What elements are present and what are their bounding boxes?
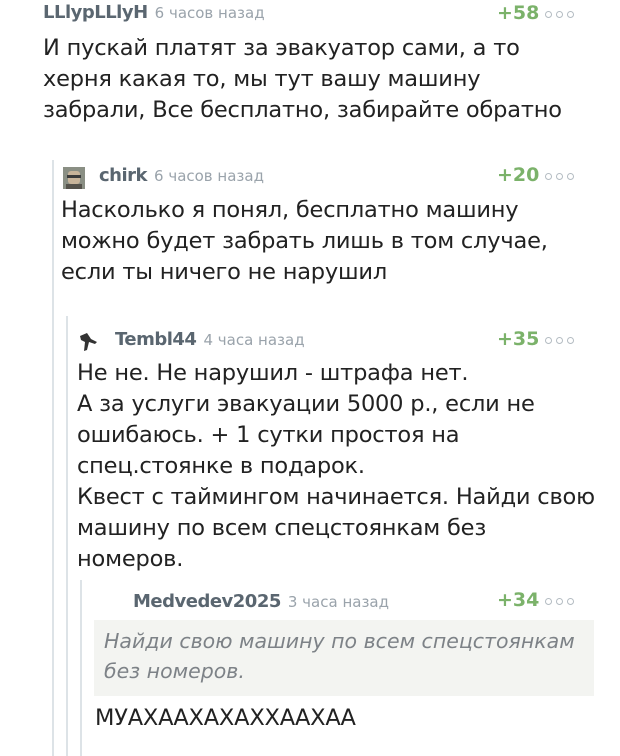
thread-line-level-1 bbox=[52, 160, 54, 756]
comment-author[interactable]: Medvedev2025 bbox=[133, 591, 281, 612]
more-options-icon[interactable] bbox=[545, 173, 574, 180]
more-options-icon[interactable] bbox=[545, 11, 574, 18]
comment-line: Квест с таймингом начинается. Найди свою… bbox=[77, 484, 595, 572]
comment-text: И пускай платят за эвакуатор сами, а то … bbox=[43, 35, 562, 123]
comment-text: Не не. Не нарушил - штрафа нет. А за усл… bbox=[77, 358, 597, 575]
comment-quote: Найди свою машину по всем спецстоянкам б… bbox=[94, 620, 594, 696]
comment-line: А за услуги эвакуации 5000 р., если не о… bbox=[77, 391, 535, 479]
thread-line-level-3 bbox=[80, 580, 82, 756]
avatar-icon[interactable] bbox=[63, 167, 85, 189]
comment-time[interactable]: 6 часов назад bbox=[155, 4, 265, 22]
comment-time[interactable]: 4 часа назад bbox=[203, 331, 304, 349]
more-options-icon[interactable] bbox=[545, 337, 574, 344]
comment-author[interactable]: chirk bbox=[99, 165, 148, 186]
comment-text: МУАХААХАХАХХААХАА bbox=[95, 705, 356, 731]
comment-line: Не не. Не нарушил - штрафа нет. bbox=[77, 360, 469, 386]
comment-author[interactable]: Tembl44 bbox=[115, 329, 197, 350]
comment-author[interactable]: LLlypLLlyH bbox=[43, 2, 148, 23]
comment-rating: +34 bbox=[497, 589, 540, 611]
comment-rating: +20 bbox=[497, 164, 540, 186]
comment-time[interactable]: 6 часов назад bbox=[154, 167, 264, 185]
comment-time[interactable]: 3 часа назад bbox=[288, 593, 389, 611]
avatar-icon[interactable] bbox=[77, 330, 101, 354]
more-options-icon[interactable] bbox=[545, 598, 574, 605]
comment-rating: +58 bbox=[497, 2, 540, 24]
comment-rating: +35 bbox=[497, 328, 540, 350]
thread-line-level-2 bbox=[66, 316, 68, 756]
comment-text: Насколько я понял, бесплатно машину можн… bbox=[61, 197, 548, 285]
